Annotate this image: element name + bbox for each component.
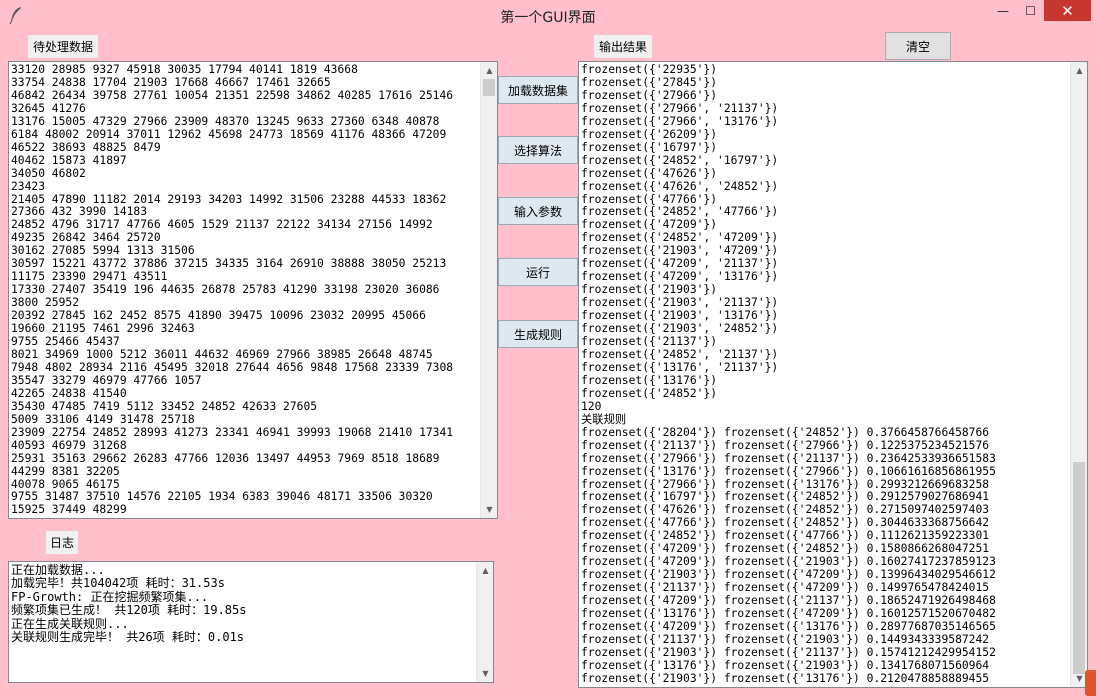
- window-title: 第一个GUI界面: [500, 10, 596, 26]
- input-scrollbar[interactable]: ▲ ▼: [480, 62, 497, 518]
- scroll-thumb[interactable]: [1073, 462, 1085, 674]
- output-line: frozenset({'13176'}) frozenset({'27966'}…: [581, 464, 996, 478]
- output-line: frozenset({'47209'}) frozenset({'13176'}…: [581, 619, 996, 633]
- input-params-button[interactable]: 输入参数: [498, 197, 578, 225]
- input-data-text: 33120 28985 9327 45918 30035 17794 40141…: [11, 63, 454, 517]
- output-line: frozenset({'21137'}) frozenset({'27966'}…: [581, 438, 990, 452]
- log-line: 频繁项集已生成！ 共120项 耗时：19.85s: [11, 603, 247, 618]
- output-line: frozenset({'21903'}) frozenset({'21137'}…: [581, 645, 996, 659]
- scroll-up-icon[interactable]: ▲: [477, 562, 493, 579]
- run-button[interactable]: 运行: [498, 258, 578, 286]
- input-data-label: 待处理数据: [28, 35, 98, 58]
- generate-rules-button[interactable]: 生成规则: [498, 320, 578, 348]
- input-line: 33120 28985 9327 45918 30035 17794 40141…: [11, 63, 358, 76]
- scroll-up-icon[interactable]: ▲: [481, 62, 497, 79]
- select-algorithm-button[interactable]: 选择算法: [498, 136, 578, 164]
- load-dataset-button[interactable]: 加载数据集: [498, 76, 578, 104]
- output-line: frozenset({'13176', '21137'}): [581, 360, 779, 374]
- input-line: 46842 26434 39758 27761 10054 21351 2259…: [11, 88, 454, 102]
- input-line: 33754 24838 17704 21903 17668 46667 1746…: [11, 75, 331, 89]
- log-label: 日志: [46, 531, 78, 554]
- output-line: frozenset({'24852', '21137'}): [581, 347, 779, 361]
- input-line: 46522 38693 48825 8479: [11, 140, 161, 154]
- output-line: 120: [581, 399, 602, 413]
- maximize-button[interactable]: ☐: [1017, 0, 1044, 21]
- output-line: frozenset({'27966'}) frozenset({'21137'}…: [581, 451, 996, 465]
- input-line: 32645 41276: [11, 101, 86, 115]
- clear-button[interactable]: 清空: [885, 32, 951, 60]
- input-line: 5009 33106 4149 31478 25718: [11, 412, 195, 426]
- output-line: frozenset({'13176'}): [581, 373, 718, 387]
- close-button[interactable]: ✕: [1044, 0, 1091, 21]
- output-line: frozenset({'27966', '13176'}): [581, 114, 779, 128]
- output-line: frozenset({'47626'}): [581, 166, 718, 180]
- output-line: 关联规则: [581, 412, 627, 426]
- minimize-button[interactable]: —: [989, 0, 1017, 21]
- input-line: 25931 35163 29662 26283 47766 12036 1349…: [11, 451, 440, 465]
- overlay-badge: [1085, 670, 1096, 696]
- output-line: frozenset({'13176'}) frozenset({'21903'}…: [581, 658, 990, 672]
- main-window-body: 待处理数据 33120 28985 9327 45918 30035 17794…: [8, 31, 1088, 688]
- input-line: 40462 15873 41897: [11, 153, 127, 167]
- input-line: 35430 47485 7419 5112 33452 24852 42633 …: [11, 399, 318, 413]
- input-line: 15925 37449 48299: [11, 503, 127, 517]
- input-line: 23909 22754 24852 28993 41273 23341 4694…: [11, 425, 454, 439]
- output-line: frozenset({'24852', '16797'}): [581, 153, 779, 167]
- output-result-text: frozenset({'22935'}) frozenset({'27845'})…: [581, 63, 996, 686]
- input-line: 6184 48002 20914 37011 12962 45698 24773…: [11, 127, 447, 141]
- input-line: 13176 15005 47329 27966 23909 48370 1324…: [11, 114, 440, 128]
- output-result-textarea[interactable]: frozenset({'22935'}) frozenset({'27845'})…: [578, 61, 1088, 688]
- input-data-textarea[interactable]: 33120 28985 9327 45918 30035 17794 40141…: [8, 61, 498, 519]
- output-line: frozenset({'27966', '21137'}): [581, 101, 779, 115]
- output-line: frozenset({'22935'}): [581, 63, 718, 76]
- scroll-up-icon[interactable]: ▲: [1071, 62, 1087, 79]
- output-result-label: 输出结果: [594, 35, 652, 58]
- output-line: frozenset({'21137'}) frozenset({'21903'}…: [581, 632, 990, 646]
- title-bar: 第一个GUI界面 — ☐ ✕: [0, 0, 1096, 31]
- output-line: frozenset({'27845'}): [581, 75, 718, 89]
- input-line: 35547 33279 46979 47766 1057: [11, 373, 202, 387]
- input-line: 8021 34969 1000 5212 36011 44632 46969 2…: [11, 347, 433, 361]
- output-line: frozenset({'28204'}) frozenset({'24852'}…: [581, 425, 990, 439]
- output-line: frozenset({'27966'}): [581, 88, 718, 102]
- input-line: 42265 24838 41540: [11, 386, 127, 400]
- scroll-down-icon[interactable]: ▼: [481, 501, 497, 518]
- output-line: frozenset({'21903'}) frozenset({'13176'}…: [581, 671, 990, 685]
- output-scrollbar[interactable]: ▲ ▼: [1070, 62, 1087, 687]
- log-line: 加载完毕！共104042项 耗时：31.53s: [11, 576, 225, 591]
- scroll-thumb[interactable]: [483, 79, 495, 96]
- output-line: frozenset({'47626', '24852'}): [581, 179, 779, 193]
- output-line: frozenset({'26209'}): [581, 127, 718, 141]
- scroll-down-icon[interactable]: ▼: [477, 665, 493, 682]
- log-textarea[interactable]: 正在加载数据... 加载完毕！共104042项 耗时：31.53s FP-Growt…: [8, 561, 494, 683]
- input-line: 23423: [11, 179, 46, 193]
- log-line: 关联规则生成完毕！ 共26项 耗时：0.01s: [11, 630, 245, 645]
- log-scrollbar[interactable]: ▲ ▼: [476, 562, 493, 682]
- log-text: 正在加载数据... 加载完毕！共104042项 耗时：31.53s FP-Growt…: [11, 563, 247, 645]
- input-line: 7948 4802 28934 2116 45495 32018 27644 4…: [11, 360, 454, 374]
- output-line: frozenset({'16797'}): [581, 140, 718, 154]
- output-line: frozenset({'24852'}): [581, 386, 718, 400]
- input-line: 40593 46979 31268: [11, 438, 127, 452]
- input-line: 34050 46802: [11, 166, 86, 180]
- input-line: 44299 8381 32205: [11, 464, 120, 478]
